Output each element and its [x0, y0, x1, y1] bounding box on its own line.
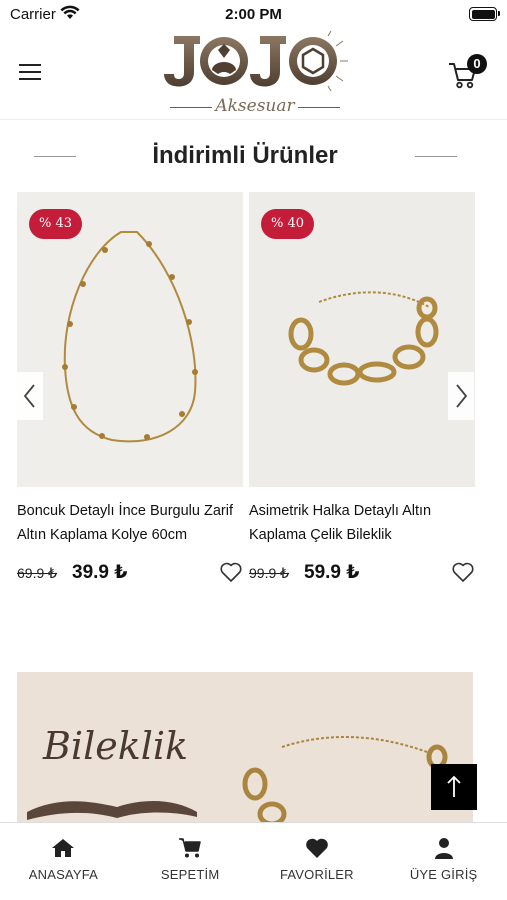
user-icon [434, 838, 453, 859]
cart-icon [179, 838, 201, 858]
slider-next-button[interactable] [448, 372, 474, 420]
discount-badge: % 40 [261, 209, 314, 239]
tab-label: ANASAYFA [28, 867, 99, 882]
tab-label: ÜYE GİRİŞ [409, 867, 478, 882]
tab-cart[interactable]: SEPETİM [127, 823, 254, 900]
tab-favorites[interactable]: FAVORİLER [254, 823, 381, 900]
price-row: 99.9 ₺ 59.9 ₺ [249, 561, 475, 585]
heart-icon [306, 838, 328, 858]
discount-badge: % 43 [29, 209, 82, 239]
heading-divider-right [415, 156, 457, 157]
scroll-to-top-button[interactable] [431, 764, 477, 810]
old-price: 99.9 ₺ [249, 565, 290, 581]
battery-icon [469, 7, 500, 21]
product-image[interactable]: % 43 [17, 192, 243, 487]
bottom-tab-bar: ANASAYFA SEPETİM FAVORİLER ÜYE GİRİŞ [0, 822, 507, 900]
tab-home[interactable]: ANASAYFA [0, 823, 127, 900]
new-price: 59.9 ₺ [304, 562, 360, 583]
logo-ornament-right [298, 107, 340, 108]
banner-bracelet-image [27, 735, 457, 827]
heart-icon[interactable] [451, 561, 475, 583]
price-row: 69.9 ₺ 39.9 ₺ [17, 561, 243, 585]
tab-login[interactable]: ÜYE GİRİŞ [380, 823, 507, 900]
old-price: 69.9 ₺ [17, 565, 58, 581]
discounted-products-heading: İndirimli Ürünler [0, 140, 507, 174]
product-name[interactable]: Boncuk Detaylı İnce Burgulu Zarif Altın … [17, 499, 243, 547]
status-bar: Carrier 2:00 PM [0, 0, 507, 28]
tab-label: FAVORİLER [279, 867, 354, 882]
home-icon [52, 839, 75, 857]
heart-icon[interactable] [219, 561, 243, 583]
jojo-logo-mark [164, 30, 348, 92]
app-header: Aksesuar 0 [0, 28, 507, 120]
product-name[interactable]: Asimetrik Halka Detaylı Altın Kaplama Çe… [249, 499, 475, 547]
arrow-up-icon [447, 775, 461, 797]
cart-count-badge: 0 [467, 54, 487, 74]
brand-logo[interactable]: Aksesuar [160, 30, 350, 118]
header-cart-button[interactable]: 0 [447, 54, 487, 89]
hamburger-menu-icon[interactable] [19, 64, 41, 82]
logo-subtitle: Aksesuar [215, 96, 295, 116]
chevron-right-icon [456, 384, 468, 408]
status-time: 2:00 PM [225, 6, 282, 23]
slider-prev-button[interactable] [17, 372, 43, 420]
product-card[interactable]: % 43 Boncuk Detaylı İnce Burgulu Zarif A… [17, 192, 243, 585]
chevron-left-icon [23, 384, 35, 408]
category-banner[interactable]: Bileklik [17, 672, 473, 827]
product-card[interactable]: % 40 Asimetrik Halka Detaylı Altın Kapla… [249, 192, 475, 585]
tab-label: SEPETİM [160, 867, 220, 882]
product-image[interactable]: % 40 [249, 192, 475, 487]
new-price: 39.9 ₺ [72, 562, 128, 583]
